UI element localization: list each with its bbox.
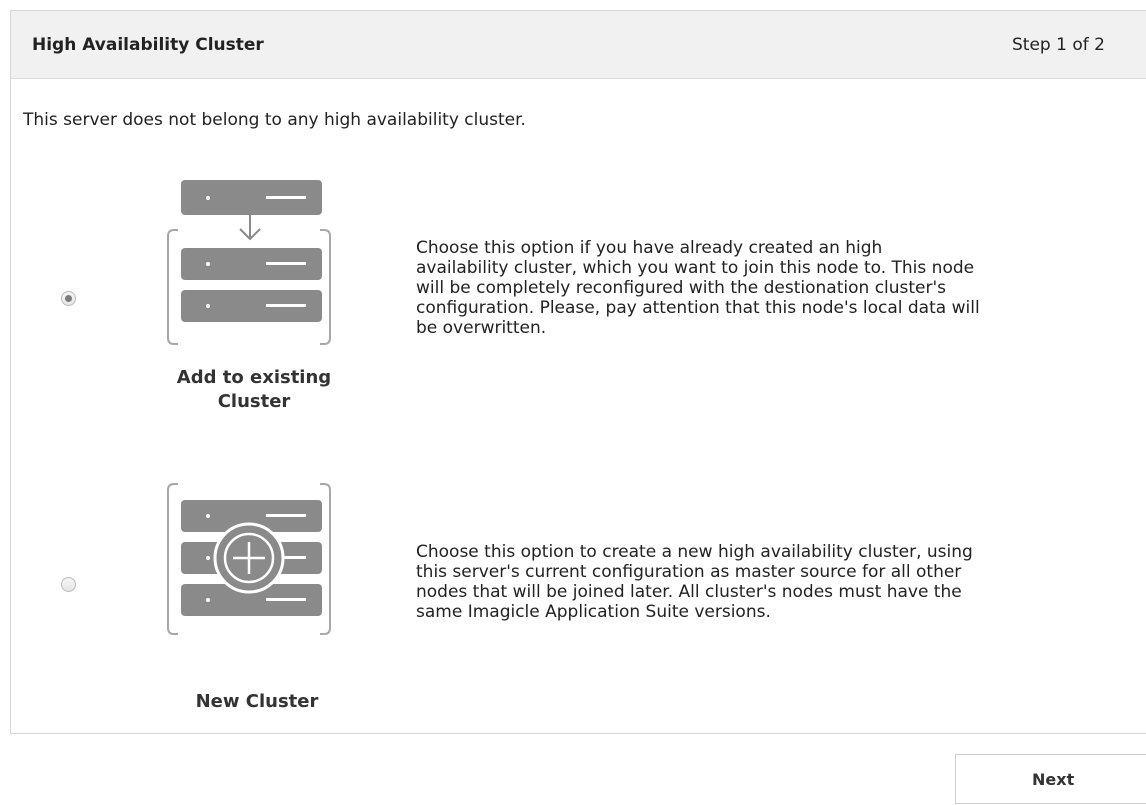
option-title-line: Cluster xyxy=(217,391,291,412)
description-line: this server's current configuration as m… xyxy=(416,562,962,582)
option-description-new-cluster: Choose this option to create a new high … xyxy=(416,542,1136,622)
description-line: Choose this option if you have already c… xyxy=(416,238,883,258)
server-join-icon xyxy=(167,180,331,345)
panel-header: High Availability Cluster Step 1 of 2 xyxy=(11,11,1146,79)
description-line: availability cluster, which you want to … xyxy=(416,258,975,278)
server-add-icon xyxy=(167,483,331,635)
description-line: Choose this option to create a new high … xyxy=(416,542,973,562)
radio-add-to-existing[interactable] xyxy=(61,291,76,306)
radio-new-cluster[interactable] xyxy=(61,577,76,592)
intro-text: This server does not belong to any high … xyxy=(23,110,526,130)
option-description-add-existing: Choose this option if you have already c… xyxy=(416,238,1144,338)
step-indicator: Step 1 of 2 xyxy=(1012,35,1105,55)
description-line: same Imagicle Application Suite versions… xyxy=(416,602,771,622)
option-title-new-cluster: New Cluster xyxy=(157,690,357,714)
description-line: be overwritten. xyxy=(416,318,547,338)
description-line: configuration. Please, pay attention tha… xyxy=(416,298,980,318)
option-title-line: New Cluster xyxy=(195,691,319,712)
next-button[interactable]: Next xyxy=(955,754,1146,804)
option-title-add-existing: Add to existing Cluster xyxy=(154,366,354,414)
page-title: High Availability Cluster xyxy=(32,35,264,55)
option-title-line: Add to existing xyxy=(176,367,332,388)
description-line: will be completely reconfigured with the… xyxy=(416,278,947,298)
description-line: nodes that will be joined later. All clu… xyxy=(416,582,962,602)
